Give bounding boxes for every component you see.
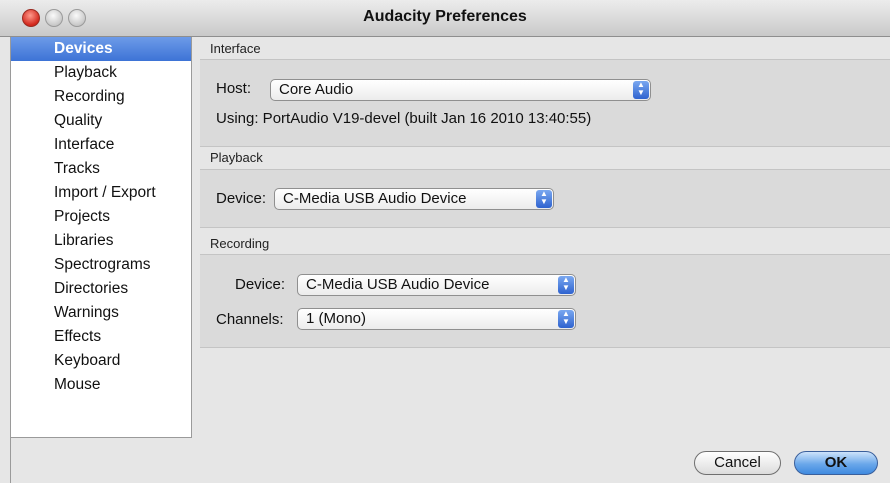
host-select-value: Core Audio — [279, 81, 354, 98]
interface-section-label: Interface — [210, 41, 261, 56]
sidebar-item-recording[interactable]: Recording — [11, 85, 191, 109]
interface-panel: Host: Core Audio ▲ ▼ Using: PortAudio V19… — [200, 59, 890, 147]
select-arrows-icon: ▲ ▼ — [633, 81, 649, 99]
recording-section-label: Recording — [210, 236, 270, 251]
preferences-category-list: Devices Playback Recording Quality Inter… — [10, 37, 192, 438]
recording-device-label: Device: — [235, 276, 286, 293]
window-title: Audacity Preferences — [363, 8, 527, 25]
recording-device-select[interactable]: C-Media USB Audio Device ▲ ▼ — [297, 274, 576, 296]
sidebar-item-tracks[interactable]: Tracks — [11, 157, 191, 181]
host-label: Host: — [216, 80, 252, 97]
sidebar-item-spectrograms[interactable]: Spectrograms — [11, 253, 191, 277]
sidebar-item-interface[interactable]: Interface — [11, 133, 191, 157]
channels-value: 1 (Mono) — [306, 310, 367, 327]
window-edge — [10, 437, 11, 483]
title-bar: Audacity Preferences — [0, 0, 890, 37]
select-arrows-icon: ▲ ▼ — [558, 276, 574, 294]
sidebar-item-import-export[interactable]: Import / Export — [11, 181, 191, 205]
sidebar-item-quality[interactable]: Quality — [11, 109, 191, 133]
sidebar-item-libraries[interactable]: Libraries — [11, 229, 191, 253]
channels-select[interactable]: 1 (Mono) ▲ ▼ — [297, 308, 576, 330]
select-arrows-icon: ▲ ▼ — [536, 190, 552, 208]
playback-device-select[interactable]: C-Media USB Audio Device ▲ ▼ — [274, 188, 554, 210]
ok-button[interactable]: OK — [794, 451, 878, 475]
sidebar-item-mouse[interactable]: Mouse — [11, 373, 191, 397]
sidebar-item-devices[interactable]: Devices — [11, 37, 191, 61]
recording-device-value: C-Media USB Audio Device — [306, 276, 490, 293]
playback-device-label: Device: — [216, 190, 267, 207]
sidebar-item-playback[interactable]: Playback — [11, 61, 191, 85]
sidebar-item-directories[interactable]: Directories — [11, 277, 191, 301]
sidebar-item-effects[interactable]: Effects — [11, 325, 191, 349]
playback-panel: Device: C-Media USB Audio Device ▲ ▼ — [200, 169, 890, 228]
sidebar-item-projects[interactable]: Projects — [11, 205, 191, 229]
recording-panel: Device: C-Media USB Audio Device ▲ ▼ Chan… — [200, 254, 890, 348]
sidebar-item-warnings[interactable]: Warnings — [11, 301, 191, 325]
channels-label: Channels: — [216, 311, 284, 328]
select-arrows-icon: ▲ ▼ — [558, 310, 574, 328]
portaudio-version-text: Using: PortAudio V19-devel (built Jan 16… — [216, 110, 592, 127]
host-select[interactable]: Core Audio ▲ ▼ — [270, 79, 651, 101]
playback-device-value: C-Media USB Audio Device — [283, 190, 467, 207]
sidebar-item-keyboard[interactable]: Keyboard — [11, 349, 191, 373]
cancel-button[interactable]: Cancel — [694, 451, 781, 475]
playback-section-label: Playback — [210, 150, 263, 165]
